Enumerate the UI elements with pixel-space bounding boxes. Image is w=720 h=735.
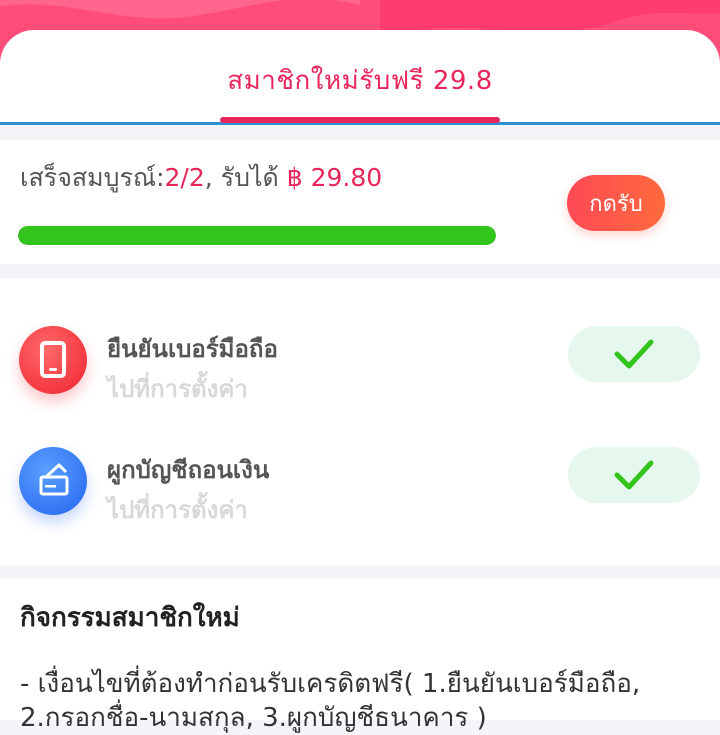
task-title: ผูกบัญชีถอนเงิน [107,456,270,484]
progress-label: เสร็จสมบูรณ์: [20,163,165,192]
conditions-text: - เงื่อนไขที่ต้องทำก่อนรับเครดิตฟรี( 1.ย… [20,669,641,733]
task-subtitle[interactable]: ไปที่การตั้งค่า [107,490,248,529]
task-status-done[interactable] [568,326,700,382]
task-status-done[interactable] [568,447,700,503]
tab-bar: สมาชิกใหม่รับฟรี 29.8 [0,30,720,125]
phone-icon [19,326,87,394]
tab-new-member[interactable]: สมาชิกใหม่รับฟรี 29.8 [0,60,720,101]
task-list: ยืนยันเบอร์มือถือ ไปที่การตั้งค่า ผูกบัญ… [0,278,720,565]
task-subtitle[interactable]: ไปที่การตั้งค่า [107,369,248,408]
bank-card-icon [19,447,87,515]
progress-bar-fill [18,226,496,245]
check-icon [614,339,654,369]
task-title: ยืนยันเบอร์มือถือ [107,335,278,363]
progress-card: เสร็จสมบูรณ์:2/2, รับได้ ฿ 29.80 กดรับ [0,140,720,264]
check-icon [614,460,654,490]
reward-amount: ฿ 29.80 [286,163,383,192]
tab-active-indicator [220,117,500,123]
progress-summary: เสร็จสมบูรณ์:2/2, รับได้ ฿ 29.80 [20,158,382,198]
claim-button[interactable]: กดรับ [567,175,665,231]
progress-bar [18,226,496,245]
section-heading: กิจกรรมสมาชิกใหม่ [20,603,240,633]
activity-description: กิจกรรมสมาชิกใหม่ - เงื่อนไขที่ต้องทำก่อ… [0,579,720,733]
progress-count: 2/2 [164,163,205,192]
task-item-bind-account[interactable]: ผูกบัญชีถอนเงิน ไปที่การตั้งค่า [0,434,720,524]
progress-separator: , รับได้ [204,163,287,192]
task-item-verify-phone[interactable]: ยืนยันเบอร์มือถือ ไปที่การตั้งค่า [0,313,720,403]
